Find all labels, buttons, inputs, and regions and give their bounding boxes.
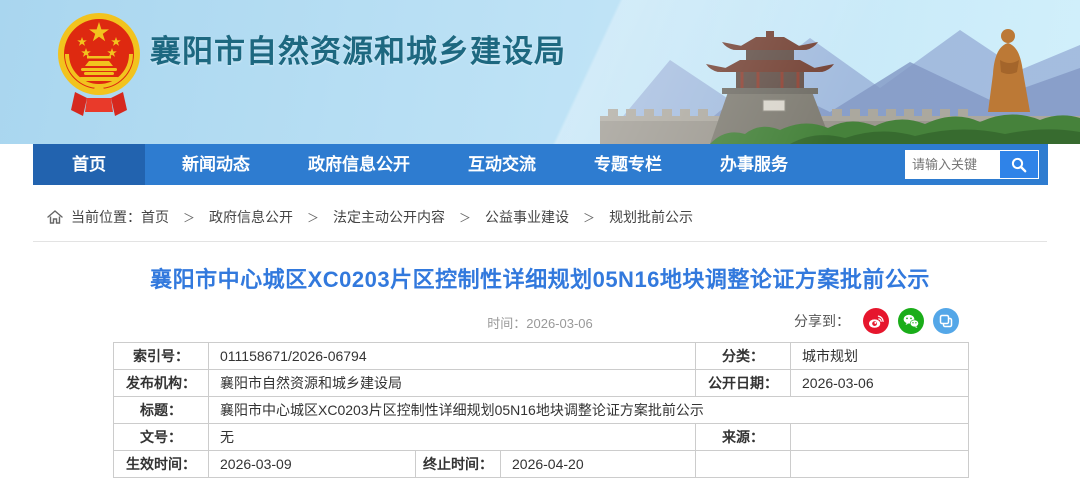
expiry-date-label: 终止时间： (416, 451, 501, 478)
issuing-agency-value: 襄阳市自然资源和城乡建设局 (209, 370, 696, 397)
category-value: 城市规划 (791, 343, 969, 370)
document-info-table: 索引号： 011158671/2026-06794 分类： 城市规划 发布机构：… (113, 342, 969, 478)
national-emblem-icon (57, 6, 141, 118)
nav-strip: 首页 新闻动态 政府信息公开 互动交流 专题专栏 办事服务 (0, 144, 1080, 185)
time-value: 2026-03-06 (526, 316, 593, 331)
site-search (905, 150, 1039, 179)
issuing-agency-label: 发布机构： (114, 370, 209, 397)
title-value: 襄阳市中心城区XC0203片区控制性详细规划05N16地块调整论证方案批前公示 (209, 397, 969, 424)
breadcrumb-prefix: 当前位置： (71, 207, 141, 227)
article-meta-row: 时间：2026-03-06 分享到： (33, 308, 1047, 334)
breadcrumb-separator: ＞ (583, 209, 595, 226)
publish-date-value: 2026-03-06 (791, 370, 969, 397)
index-number-label: 索引号： (114, 343, 209, 370)
effective-date-value: 2026-03-09 (209, 451, 416, 478)
share-area: 分享到： (794, 308, 959, 334)
home-icon (47, 209, 63, 225)
breadcrumb-divider (33, 241, 1047, 242)
share-label: 分享到： (794, 311, 850, 331)
nav-item-special-columns[interactable]: 专题专栏 (573, 144, 683, 185)
breadcrumb: 当前位置： 首页 ＞ 政府信息公开 ＞ 法定主动公开内容 ＞ 公益事业建设 ＞ … (47, 205, 1080, 229)
statue (988, 29, 1030, 112)
nav-item-home[interactable]: 首页 (33, 144, 145, 185)
nav-item-services[interactable]: 办事服务 (699, 144, 809, 185)
wechat-share-icon[interactable] (898, 308, 924, 334)
breadcrumb-home[interactable]: 首页 (141, 207, 169, 227)
empty-cell (696, 451, 791, 478)
site-title: 襄阳市自然资源和城乡建设局 (150, 26, 566, 71)
city-wall (600, 109, 1080, 144)
breadcrumb-statutory[interactable]: 法定主动公开内容 (333, 207, 445, 227)
nav-item-interaction[interactable]: 互动交流 (447, 144, 557, 185)
breadcrumb-separator: ＞ (183, 209, 195, 226)
page-title: 襄阳市中心城区XC0203片区控制性详细规划05N16地块调整论证方案批前公示 (0, 262, 1080, 294)
breadcrumb-public-welfare[interactable]: 公益事业建设 (485, 207, 569, 227)
main-navigation: 首页 新闻动态 政府信息公开 互动交流 专题专栏 办事服务 (33, 144, 1048, 185)
index-number-value: 011158671/2026-06794 (209, 343, 696, 370)
effective-date-label: 生效时间： (114, 451, 209, 478)
publish-date-label: 公开日期： (696, 370, 791, 397)
source-value (791, 424, 969, 451)
document-number-label: 文号： (114, 424, 209, 451)
nav-item-gov-info[interactable]: 政府信息公开 (287, 144, 431, 185)
category-label: 分类： (696, 343, 791, 370)
site-header: 襄阳市自然资源和城乡建设局 (0, 0, 1080, 144)
search-button[interactable] (1000, 151, 1038, 178)
search-input[interactable] (906, 151, 1000, 178)
breadcrumb-gov-info[interactable]: 政府信息公开 (209, 207, 293, 227)
source-label: 来源： (696, 424, 791, 451)
copy-share-icon[interactable] (933, 308, 959, 334)
time-label: 时间： (487, 316, 526, 331)
empty-cell (791, 451, 969, 478)
search-icon (1011, 157, 1027, 173)
title-label: 标题： (114, 397, 209, 424)
breadcrumb-separator: ＞ (459, 209, 471, 226)
expiry-date-value: 2026-04-20 (501, 451, 696, 478)
header-scenery-image (560, 0, 1080, 144)
breadcrumb-pre-approval[interactable]: 规划批前公示 (609, 207, 693, 227)
weibo-share-icon[interactable] (863, 308, 889, 334)
gate-tower (706, 31, 834, 144)
nav-item-news[interactable]: 新闻动态 (161, 144, 271, 185)
breadcrumb-separator: ＞ (307, 209, 319, 226)
document-number-value: 无 (209, 424, 696, 451)
